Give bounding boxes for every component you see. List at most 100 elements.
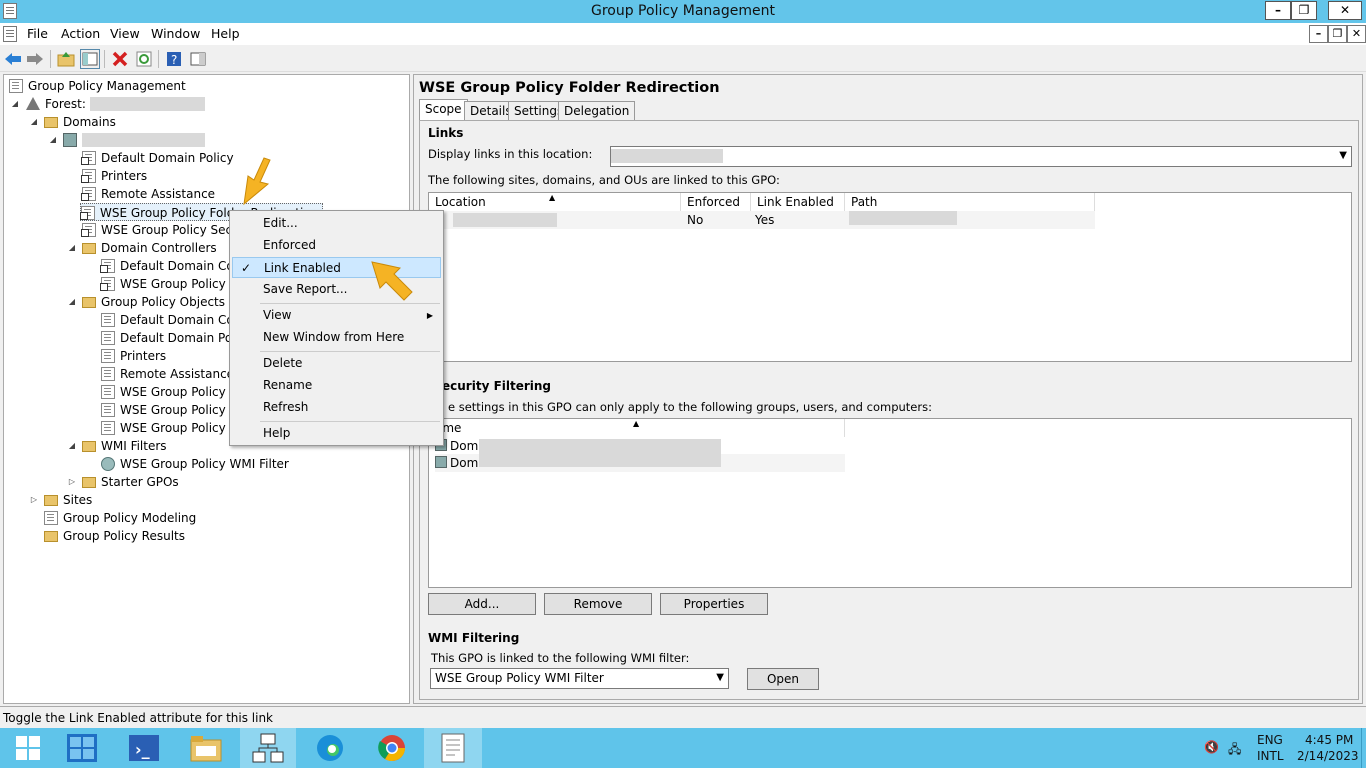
- properties-button[interactable]: Properties: [660, 593, 768, 615]
- edge-browser-icon[interactable]: [302, 728, 358, 768]
- tab-delegation[interactable]: Delegation: [558, 101, 636, 120]
- gpo-link-icon: [100, 259, 115, 273]
- details-pane: WSE Group Policy Folder Redirection Scop…: [413, 74, 1363, 704]
- language-indicator[interactable]: ENG: [1257, 733, 1283, 747]
- remove-button[interactable]: Remove: [544, 593, 652, 615]
- doc-icon[interactable]: [3, 26, 17, 42]
- tree-starter-gpos[interactable]: Starter GPOs: [82, 473, 179, 491]
- network-tray-icon[interactable]: 🖧: [1228, 740, 1241, 761]
- expand-icon[interactable]: ▷: [67, 473, 77, 491]
- annotation-arrow-icon: [371, 261, 413, 301]
- tree-results[interactable]: Group Policy Results: [44, 527, 185, 545]
- gpo-icon: [101, 403, 115, 417]
- start-icon[interactable]: [0, 728, 56, 768]
- tree-domain[interactable]: [63, 131, 205, 149]
- refresh-icon[interactable]: [134, 49, 154, 69]
- show-desktop-button[interactable]: [1361, 728, 1366, 768]
- wmi-filter-combo[interactable]: WSE Group Policy WMI Filter ▼: [430, 668, 729, 689]
- menu-action[interactable]: Action: [61, 26, 100, 41]
- clock-date[interactable]: 2/14/2023: [1297, 749, 1359, 763]
- collapse-icon[interactable]: ◢: [67, 437, 77, 455]
- collapse-icon[interactable]: ◢: [48, 131, 58, 149]
- menu-item-view[interactable]: View ▶: [232, 305, 441, 326]
- expand-icon[interactable]: ▷: [29, 491, 39, 509]
- add-button[interactable]: Add...: [428, 593, 536, 615]
- redacted-path: [849, 211, 957, 225]
- collapse-icon[interactable]: ◢: [10, 95, 20, 113]
- collapse-icon[interactable]: ◢: [67, 239, 77, 257]
- menu-view[interactable]: View: [110, 26, 140, 41]
- tree-gpo-remote[interactable]: Remote Assistance: [101, 365, 234, 383]
- menu-item-delete[interactable]: Delete: [232, 353, 441, 374]
- network-icon[interactable]: [240, 728, 296, 768]
- redacted-location: [611, 149, 723, 163]
- tree-link-default-domain-policy[interactable]: Default Domain Policy: [81, 149, 234, 167]
- redacted-security: [479, 439, 721, 467]
- menu-item-enforced[interactable]: Enforced: [232, 235, 441, 256]
- table-row[interactable]: No Yes: [429, 211, 1095, 229]
- menu-bar: File Action View Window Help: [0, 23, 1366, 45]
- column-path[interactable]: Path: [845, 193, 1095, 211]
- clock-time[interactable]: 4:45 PM: [1305, 733, 1353, 747]
- restore-button[interactable]: ❐: [1291, 1, 1317, 20]
- tree-root[interactable]: Group Policy Management: [9, 77, 186, 95]
- links-list[interactable]: Location Enforced Link Enabled Path ▲ No…: [428, 192, 1352, 362]
- back-arrow-icon[interactable]: [3, 49, 23, 69]
- display-links-combo[interactable]: ▼: [610, 146, 1352, 167]
- menu-item-help[interactable]: Help: [232, 423, 441, 444]
- group-icon: [435, 456, 447, 468]
- security-list[interactable]: ame ▲ Doma Doma: [428, 418, 1352, 588]
- menu-item-edit[interactable]: Edit...: [232, 213, 441, 234]
- tree-gpo-folder[interactable]: Group Policy Objects: [82, 293, 225, 311]
- menu-item-rename[interactable]: Rename: [232, 375, 441, 396]
- tree-link-printers[interactable]: Printers: [81, 167, 147, 185]
- tree-domain-controllers[interactable]: Domain Controllers: [82, 239, 217, 257]
- tree-wmi-filter-item[interactable]: WSE Group Policy WMI Filter: [101, 455, 289, 473]
- tree-wmi-filters[interactable]: WMI Filters: [82, 437, 167, 455]
- up-folder-icon[interactable]: [56, 49, 76, 69]
- show-hide-tree-icon[interactable]: [80, 49, 100, 69]
- forward-arrow-icon[interactable]: [25, 49, 45, 69]
- child-close-button[interactable]: ✕: [1347, 25, 1366, 43]
- menu-help[interactable]: Help: [211, 26, 240, 41]
- powershell-icon[interactable]: ›_: [116, 728, 172, 768]
- child-restore-button[interactable]: ❐: [1328, 25, 1347, 43]
- modeling-icon: [44, 511, 58, 525]
- tree-sites[interactable]: Sites: [44, 491, 92, 509]
- status-text: Toggle the Link Enabled attribute for th…: [3, 711, 274, 725]
- column-enforced[interactable]: Enforced: [681, 193, 751, 211]
- gpm-taskbar-icon[interactable]: [424, 728, 482, 768]
- help-icon[interactable]: ?: [164, 49, 184, 69]
- sort-arrow-icon: ▲: [549, 193, 556, 202]
- server-manager-icon[interactable]: [54, 728, 110, 768]
- volume-muted-icon[interactable]: 🔇: [1204, 740, 1219, 754]
- gpo-title: WSE Group Policy Folder Redirection: [419, 80, 720, 96]
- mmc-window: Group Policy Management – ❐ ✕ File Actio…: [0, 0, 1366, 728]
- language-indicator-sub[interactable]: INTL: [1257, 749, 1284, 763]
- title-bar[interactable]: Group Policy Management – ❐ ✕: [0, 0, 1366, 23]
- menu-item-refresh[interactable]: Refresh: [232, 397, 441, 418]
- delete-icon[interactable]: [110, 49, 130, 69]
- forest-icon: [26, 97, 40, 110]
- minimize-button[interactable]: –: [1265, 1, 1291, 20]
- menu-item-new-window[interactable]: New Window from Here: [232, 327, 441, 348]
- menu-file[interactable]: File: [27, 26, 48, 41]
- open-button[interactable]: Open: [747, 668, 819, 690]
- folder-icon: [44, 117, 58, 128]
- collapse-icon[interactable]: ◢: [67, 293, 77, 311]
- file-explorer-icon[interactable]: [178, 728, 234, 768]
- tab-scope[interactable]: Scope: [419, 99, 468, 121]
- child-minimize-button[interactable]: –: [1309, 25, 1328, 43]
- chrome-browser-icon[interactable]: [364, 728, 420, 768]
- collapse-icon[interactable]: ◢: [29, 113, 39, 131]
- tree-domains[interactable]: Domains: [44, 113, 116, 131]
- tree-forest[interactable]: Forest:: [26, 95, 205, 113]
- column-link-enabled[interactable]: Link Enabled: [751, 193, 845, 211]
- results-icon: [44, 531, 58, 542]
- tree-link-remote-assistance[interactable]: Remote Assistance: [81, 185, 215, 203]
- tree-modeling[interactable]: Group Policy Modeling: [44, 509, 196, 527]
- close-button[interactable]: ✕: [1328, 1, 1362, 20]
- properties-pane-icon[interactable]: [188, 49, 208, 69]
- tree-gpo-printers[interactable]: Printers: [101, 347, 166, 365]
- menu-window[interactable]: Window: [151, 26, 200, 41]
